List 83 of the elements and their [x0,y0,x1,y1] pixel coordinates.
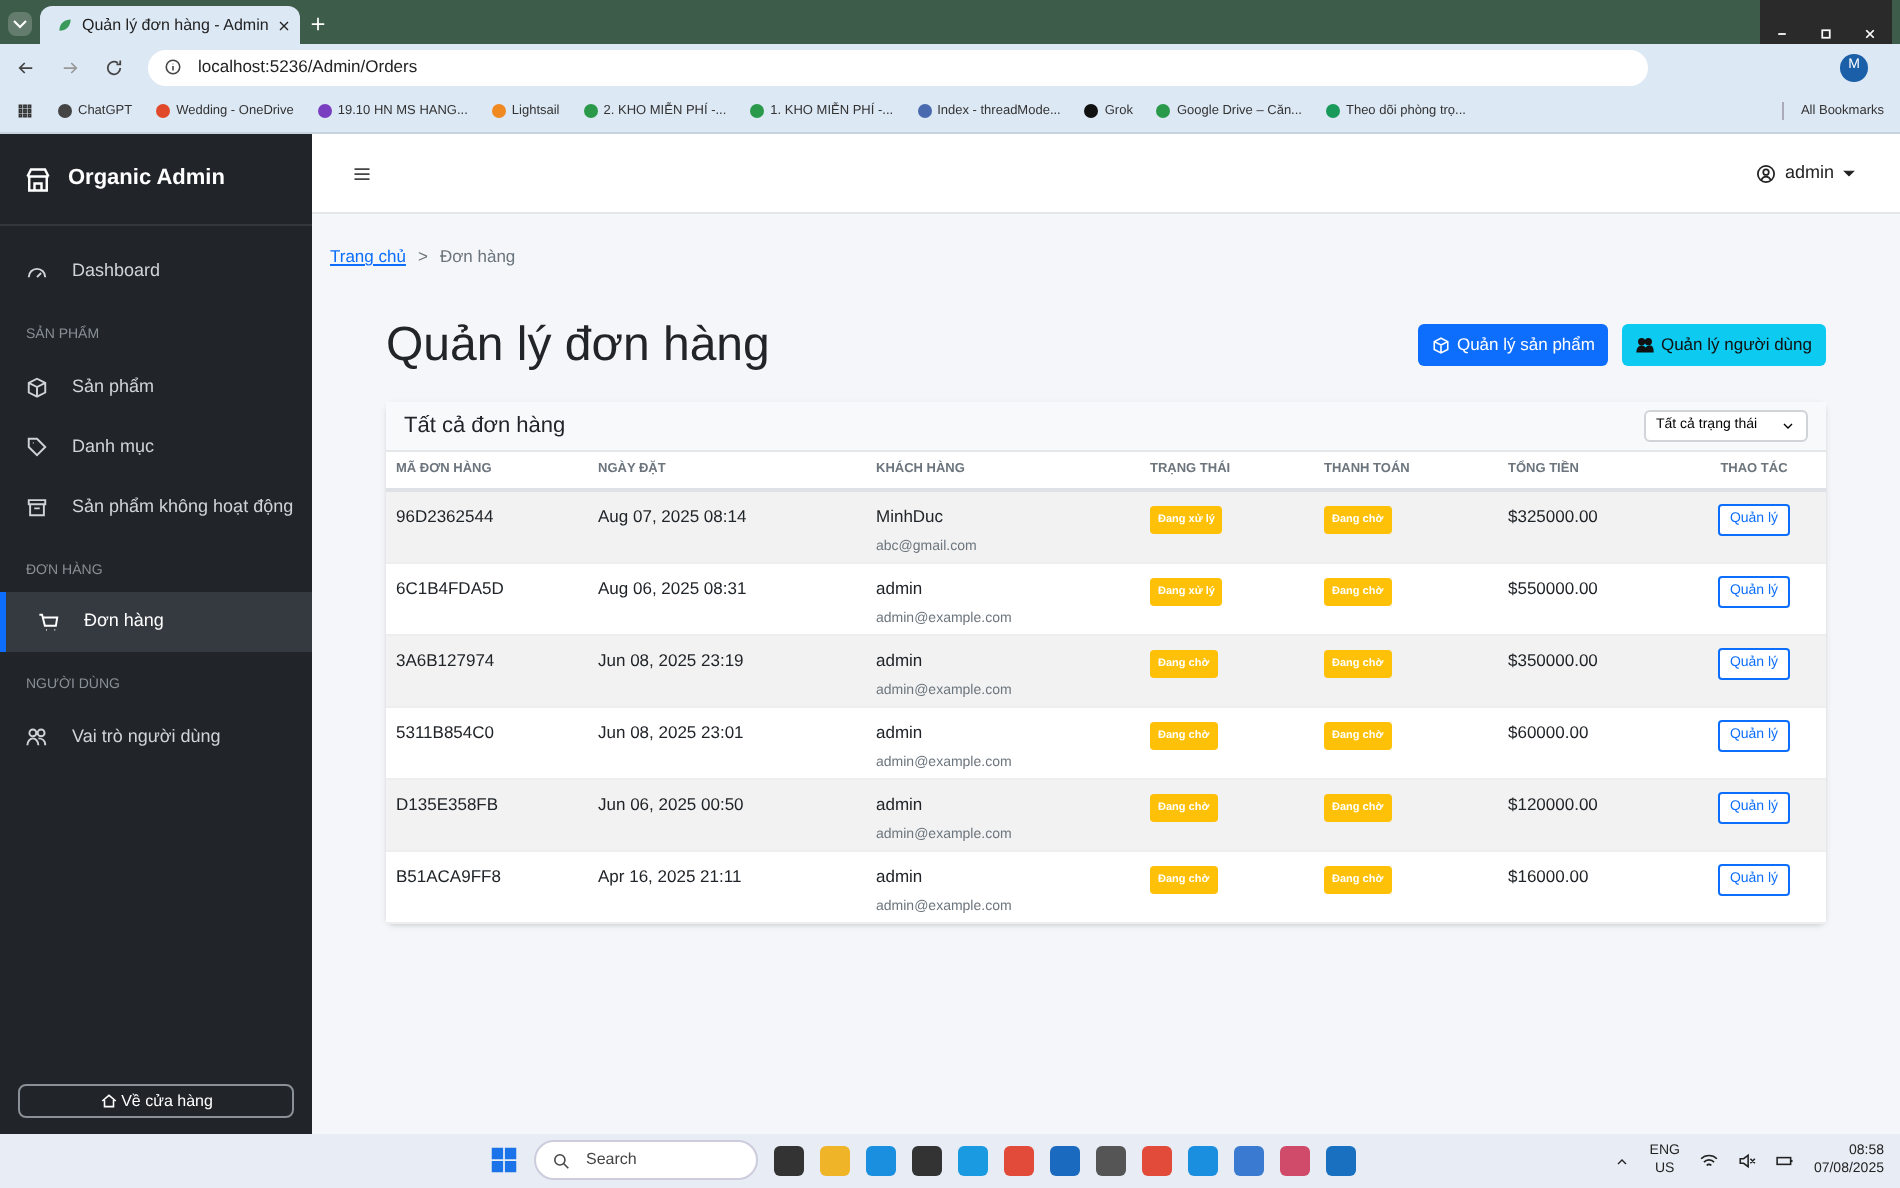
customer-name: admin [876,791,925,817]
table-cell-text: B51ACA9FF8 [394,863,503,890]
page-title: Quản lý đơn hàng [386,321,770,370]
table-cell-text: $550000.00 [1506,575,1600,602]
nav-item[interactable]: Đơn hàng [0,592,312,652]
table-cell-text: 96D2362544 [394,503,496,530]
customer-name: admin [876,575,925,601]
table-cell-text: Jun 08, 2025 23:01 [596,719,746,746]
table-cell-text: $120000.00 [1506,791,1600,818]
breadcrumb-link[interactable]: Trang chủ [330,244,406,270]
customer-name: MinhDuc [876,503,946,529]
bookmark-favicon-icon [1156,104,1171,118]
nav-item[interactable]: Dashboard [0,242,312,302]
breadcrumb-text: > [417,244,428,270]
manage-products-button[interactable]: Quản lý sản phẩm [1418,324,1609,367]
user-menu[interactable]: admin [1756,159,1856,187]
close-icon [276,17,293,33]
customer-name: admin [876,863,925,889]
table-cell-text: Jun 08, 2025 23:19 [596,647,746,674]
nav-item[interactable]: Danh mục [0,417,312,477]
site-info-icon [164,58,182,76]
users-icon [26,726,48,748]
storefront-icon [24,165,52,193]
back-to-store-button[interactable]: Về cửa hàng [18,1084,294,1118]
windows-start-icon[interactable] [490,1146,518,1174]
bookmark-favicon-icon [917,104,932,118]
close-icon[interactable] [1848,0,1892,44]
table-cell-text: 5311B854C0 [394,719,496,746]
cart-icon [38,611,60,633]
caret-icon [1842,166,1856,180]
taskbar-search-field[interactable]: Search [534,1140,758,1180]
app-icon[interactable] [1096,1145,1126,1175]
table-cell-text: D135E358FB [394,791,501,818]
back-icon[interactable] [16,57,36,77]
app-icon[interactable] [774,1145,804,1175]
battery-icon[interactable] [1775,1152,1794,1170]
card-title: Tất cả đơn hàng [404,411,566,441]
users-icon [1636,336,1655,355]
leaf-icon [56,16,74,34]
table-cell-text: Jun 06, 2025 00:50 [596,791,746,818]
house-icon [99,1092,118,1110]
search-icon [552,1151,570,1169]
brand-name: Organic Admin [68,164,225,195]
table-cell-text: Aug 07, 2025 08:14 [596,503,749,530]
tab-menu-icon[interactable] [8,12,32,36]
speaker-muted-icon[interactable] [1737,1152,1756,1170]
table-cell-text: $16000.00 [1506,863,1591,890]
archive-icon [26,496,48,518]
table-cell-text: Apr 16, 2025 21:11 [596,863,744,890]
table-cell-text: $350000.00 [1506,647,1600,674]
reload-icon[interactable] [104,57,124,77]
bookmark-favicon-icon [156,104,171,118]
box-icon [1432,336,1451,355]
customer-name: admin [876,647,925,673]
bookmark-favicon-icon [1084,104,1099,118]
table-cell-text: 3A6B127974 [394,647,497,674]
tag-icon [26,436,48,458]
bookmark-favicon-icon [1325,104,1340,118]
browser-tab[interactable]: Quản lý đơn hàng - Admin [40,6,300,44]
user-avatar-icon [1756,163,1777,183]
app-icon[interactable] [912,1145,942,1175]
manage-users-button[interactable]: Quản lý người dùng [1622,324,1826,367]
nav-item[interactable]: Sản phẩm không hoạt động [0,477,312,537]
wifi-icon[interactable] [1699,1152,1718,1170]
menu-icon[interactable] [352,163,372,183]
box-icon [26,376,48,398]
bookmark-favicon-icon [317,104,332,118]
nav-item[interactable]: Vai trò người dùng [0,707,312,767]
table-cell-text: $325000.00 [1506,503,1600,530]
apps-grid-icon[interactable] [16,102,34,120]
table-cell-text: $60000.00 [1506,719,1591,746]
bookmark-favicon-icon [491,104,506,118]
customer-name: admin [876,719,925,745]
breadcrumb-text: Đơn hàng [439,244,516,270]
table-cell-text: 6C1B4FDA5D [394,575,506,602]
nav-item[interactable]: Sản phẩm [0,357,312,417]
app-icon[interactable] [1050,1145,1080,1175]
bookmark-favicon-icon [58,104,72,118]
bookmark-favicon-icon [583,104,598,118]
bookmark-favicon-icon [750,104,765,118]
table-cell-text: Aug 06, 2025 08:31 [596,575,749,602]
new-tab-icon[interactable] [308,14,328,34]
address-bar[interactable]: localhost:5236/Admin/Orders [148,49,1648,85]
